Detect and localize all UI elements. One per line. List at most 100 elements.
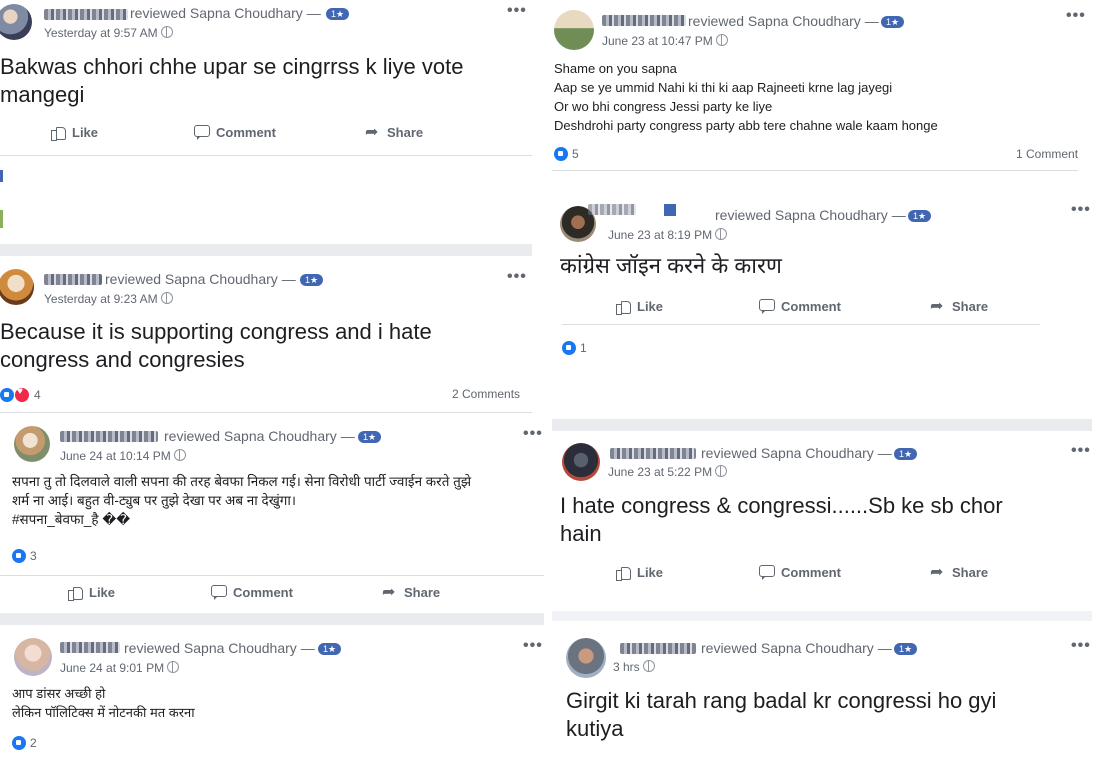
share-icon: [930, 296, 946, 316]
share-icon: [930, 562, 946, 582]
reviewer-avatar[interactable]: [562, 443, 600, 481]
review-header: reviewed Sapna Choudhary —: [130, 5, 321, 21]
page-link[interactable]: Sapna Choudhary: [748, 13, 861, 29]
share-button[interactable]: Share: [930, 562, 988, 582]
reaction-summary[interactable]: 5: [554, 147, 579, 161]
comment-count-link[interactable]: 1 Comment: [1016, 147, 1078, 161]
comment-icon: [759, 298, 775, 314]
reviewer-name-redacted[interactable]: [44, 274, 102, 285]
share-button[interactable]: Share: [382, 582, 440, 602]
review-timestamp[interactable]: Yesterday at 9:23 AM: [44, 292, 173, 306]
page-link[interactable]: Sapna Choudhary: [761, 445, 874, 461]
comment-count-link[interactable]: 2 Comments: [452, 387, 520, 401]
more-options-icon[interactable]: •••: [523, 637, 543, 655]
like-button[interactable]: Like: [615, 564, 663, 581]
review-timestamp[interactable]: June 23 at 10:47 PM: [602, 34, 728, 48]
review-timestamp[interactable]: June 23 at 5:22 PM: [608, 465, 728, 479]
love-reaction-icon: [14, 386, 30, 403]
like-reaction-icon: [554, 147, 568, 161]
review-text: Shame on you sapna Aap se ye ummid Nahi …: [554, 61, 938, 133]
more-options-icon[interactable]: •••: [523, 425, 543, 443]
review-header: reviewed Sapna Choudhary —: [715, 207, 906, 223]
reviewer-name-redacted[interactable]: [588, 204, 636, 215]
like-icon: [615, 298, 631, 315]
like-button[interactable]: Like: [50, 124, 98, 141]
reviewer-avatar[interactable]: [14, 638, 52, 676]
section-divider: [552, 611, 1092, 621]
reviewer-avatar[interactable]: [554, 10, 594, 50]
more-options-icon[interactable]: •••: [1071, 201, 1091, 219]
reviewer-name-redacted[interactable]: [602, 15, 686, 26]
review-timestamp[interactable]: Yesterday at 9:57 AM: [44, 26, 173, 40]
review-card: reviewed Sapna Choudhary — 1★ June 23 at…: [552, 0, 1092, 176]
reviewer-name-redacted[interactable]: [60, 642, 120, 653]
more-options-icon[interactable]: •••: [1066, 7, 1086, 25]
comment-icon: [211, 584, 227, 600]
like-icon: [615, 564, 631, 581]
page-link[interactable]: Sapna Choudhary: [190, 5, 303, 21]
globe-icon: [160, 26, 173, 38]
globe-icon: [160, 292, 173, 304]
more-options-icon[interactable]: •••: [507, 2, 527, 20]
review-text: Bakwas chhori chhe upar se cingrrss k li…: [0, 54, 464, 107]
globe-icon: [173, 449, 186, 461]
reviewer-avatar[interactable]: [0, 269, 34, 305]
rating-badge: 1★: [908, 210, 932, 222]
rating-badge: 1★: [358, 431, 382, 443]
reaction-summary[interactable]: 4: [0, 386, 41, 403]
review-timestamp[interactable]: June 24 at 9:01 PM: [60, 661, 180, 675]
reviewer-avatar[interactable]: [566, 638, 606, 678]
share-button[interactable]: Share: [930, 296, 988, 316]
page-link[interactable]: Sapna Choudhary: [184, 640, 297, 656]
globe-icon: [715, 34, 728, 46]
action-bar: Like Comment Share: [562, 556, 1040, 590]
share-icon: [365, 122, 381, 142]
page-link[interactable]: Sapna Choudhary: [761, 640, 874, 656]
like-reaction-icon: [0, 388, 14, 402]
review-card: reviewed Sapna Choudhary — 1★ June 24 at…: [0, 413, 544, 613]
comment-stub: [0, 210, 3, 228]
more-options-icon[interactable]: •••: [1071, 442, 1091, 460]
reviewer-avatar[interactable]: [14, 426, 50, 462]
page-link[interactable]: Sapna Choudhary: [224, 428, 337, 444]
comment-button[interactable]: Comment: [759, 564, 841, 580]
reviewer-name-redacted[interactable]: [60, 431, 158, 442]
section-divider: [552, 419, 1092, 431]
reviewer-avatar[interactable]: [0, 4, 32, 40]
comment-icon: [194, 124, 210, 140]
reaction-summary[interactable]: 1: [562, 341, 587, 355]
reviewer-name-redacted[interactable]: [44, 9, 128, 20]
review-timestamp[interactable]: June 24 at 10:14 PM: [60, 449, 186, 463]
like-reaction-icon: [562, 341, 576, 355]
rating-badge: 1★: [318, 643, 342, 655]
review-timestamp[interactable]: June 23 at 8:19 PM: [608, 228, 728, 242]
like-button[interactable]: Like: [67, 584, 115, 601]
like-button[interactable]: Like: [615, 298, 663, 315]
page-link[interactable]: Sapna Choudhary: [165, 271, 278, 287]
review-timestamp[interactable]: 3 hrs: [613, 660, 655, 674]
page-link[interactable]: Sapna Choudhary: [775, 207, 888, 223]
globe-icon: [167, 661, 180, 673]
review-text: I hate congress & congressi......Sb ke s…: [560, 493, 1003, 546]
reviewer-name-redacted[interactable]: [610, 448, 696, 459]
comment-button[interactable]: Comment: [211, 584, 293, 600]
rating-badge: 1★: [881, 16, 905, 28]
comment-button[interactable]: Comment: [759, 298, 841, 314]
like-reaction-icon: [12, 736, 26, 750]
action-bar: Like Comment Share: [0, 116, 532, 150]
reaction-summary[interactable]: 3: [12, 549, 37, 563]
reviewer-name-redacted[interactable]: [620, 643, 696, 654]
reaction-summary[interactable]: 2: [12, 736, 37, 750]
rating-badge: 1★: [894, 448, 918, 460]
review-header: reviewed Sapna Choudhary —: [701, 445, 892, 461]
share-button[interactable]: Share: [365, 122, 423, 142]
more-options-icon[interactable]: •••: [1071, 637, 1091, 655]
review-header: reviewed Sapna Choudhary —: [124, 640, 315, 656]
action-bar: Like Comment Share: [0, 575, 544, 610]
review-card: reviewed Sapna Choudhary — 1★ 3 hrs ••• …: [552, 626, 1092, 763]
review-text: आप डांसर अच्छी हो लेकिन पॉलिटिक्स में नो…: [12, 686, 195, 720]
review-header: reviewed Sapna Choudhary —: [164, 428, 355, 444]
review-card: reviewed Sapna Choudhary — 1★ Yesterday …: [0, 0, 532, 160]
more-options-icon[interactable]: •••: [507, 268, 527, 286]
comment-button[interactable]: Comment: [194, 124, 276, 140]
